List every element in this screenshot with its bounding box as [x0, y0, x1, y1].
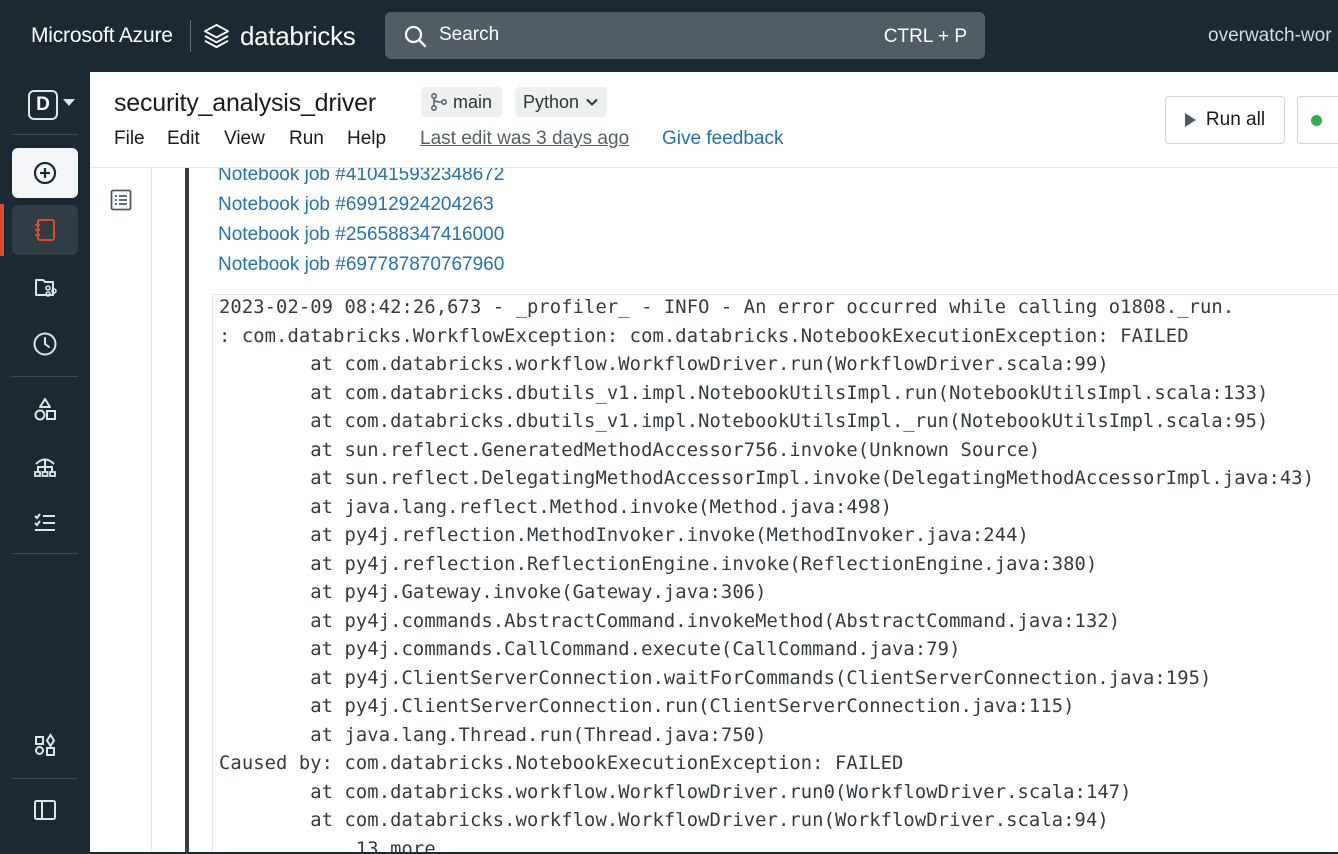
notebook-job-link[interactable]: Notebook job #410415932348672: [218, 168, 504, 186]
log-line: at com.databricks.dbutils_v1.impl.Notebo…: [219, 382, 1269, 404]
sidebar-item-data[interactable]: [12, 385, 78, 435]
log-line: at com.databricks.workflow.WorkflowDrive…: [219, 354, 1109, 375]
plus-circle-icon: [33, 161, 57, 185]
sidebar-item-compute[interactable]: [12, 441, 78, 491]
sidebar-item-collapse[interactable]: [12, 785, 78, 835]
log-line: at py4j.ClientServerConnection.run(Clien…: [219, 696, 1075, 717]
notebook-job-link[interactable]: Notebook job #697787870767960: [218, 254, 504, 276]
workspace-switcher[interactable]: overwatch-wor: [1208, 25, 1332, 47]
log-line: at java.lang.Thread.run(Thread.java:750): [219, 724, 767, 746]
global-search-input[interactable]: Search CTRL + P: [385, 12, 985, 59]
cluster-status-icon: [1311, 115, 1322, 126]
chevron-down-icon[interactable]: [63, 99, 75, 106]
cell-focus-bar: [185, 168, 189, 854]
notebook-job-link[interactable]: Notebook job #69912924204263: [218, 194, 494, 216]
sidebar-item-workspace[interactable]: [12, 205, 78, 255]
brand-divider: [190, 20, 191, 52]
log-line: at py4j.commands.AbstractCommand.invokeM…: [219, 610, 1121, 632]
search-icon: [404, 25, 427, 48]
sidebar-item-partner-connect[interactable]: [12, 720, 78, 770]
chevron-down-icon: [586, 98, 598, 106]
log-line: at py4j.reflection.MethodInvoker.invoke(…: [219, 525, 1029, 546]
shapes-icon: [34, 398, 56, 421]
cluster-selector[interactable]: [1297, 96, 1338, 144]
log-line: : com.databricks.WorkflowException: com.…: [219, 325, 1189, 347]
menu-view[interactable]: View: [224, 128, 265, 150]
branch-name: main: [453, 91, 493, 112]
search-placeholder: Search: [439, 24, 500, 45]
notebook-content: Notebook job #410415932348672 Notebook j…: [90, 168, 1338, 854]
language-label: Python: [523, 91, 580, 112]
play-icon: [1184, 113, 1196, 127]
sidebar-divider: [12, 376, 78, 377]
log-line: at py4j.Gateway.invoke(Gateway.java:306): [219, 582, 767, 603]
workflows-icon: [34, 513, 55, 531]
log-line: at py4j.commands.CallCommand.execute(Cal…: [219, 639, 961, 660]
run-all-label: Run all: [1205, 109, 1266, 130]
sidebar-item-workflows[interactable]: [12, 497, 78, 547]
notebook-title[interactable]: security_analysis_driver: [114, 89, 376, 118]
sidebar-item-new[interactable]: [12, 148, 78, 198]
top-bar: Microsoft Azure databricks Search CTRL +…: [0, 0, 1338, 72]
menu-run[interactable]: Run: [289, 128, 324, 150]
sidebar-divider: [12, 553, 78, 554]
compute-icon: [34, 458, 56, 477]
git-branch-icon: [430, 92, 448, 112]
git-branch-button[interactable]: main: [421, 87, 503, 117]
log-line: at py4j.ClientServerConnection.waitForCo…: [219, 667, 1212, 689]
menu-file[interactable]: File: [114, 128, 145, 150]
workspace-badge[interactable]: D: [28, 90, 58, 120]
clock-icon: [33, 332, 57, 356]
log-line: Caused by: com.databricks.NotebookExecut…: [219, 753, 904, 774]
sidebar-item-repos[interactable]: [12, 262, 78, 312]
microsoft-azure-label[interactable]: Microsoft Azure: [31, 24, 173, 48]
toc-column: [90, 168, 152, 854]
search-shortcut: CTRL + P: [883, 26, 967, 47]
language-select[interactable]: Python: [515, 87, 608, 117]
collapse-sidebar-icon: [34, 800, 56, 820]
sidebar-divider: [12, 778, 78, 779]
table-of-contents-icon[interactable]: [109, 188, 133, 212]
give-feedback-link[interactable]: Give feedback: [662, 128, 783, 150]
partner-connect-icon: [35, 733, 56, 756]
run-all-button[interactable]: Run all: [1165, 96, 1285, 144]
log-line: at com.databricks.dbutils_v1.impl.Notebo…: [219, 411, 1269, 432]
log-line: at sun.reflect.DelegatingMethodAccessorI…: [219, 468, 1315, 489]
log-line: at com.databricks.workflow.WorkflowDrive…: [219, 781, 1132, 803]
notebook-header: security_analysis_driver main Python Fil…: [90, 72, 1338, 168]
cell-output-log: 2023-02-09 08:42:26,673 - _profiler_ - I…: [212, 294, 1338, 854]
log-line: at py4j.reflection.ReflectionEngine.invo…: [219, 553, 1098, 575]
databricks-wordmark[interactable]: databricks: [240, 21, 356, 52]
active-indicator: [0, 204, 4, 256]
log-line: at sun.reflect.GeneratedMethodAccessor75…: [219, 439, 1041, 461]
notebook-job-link[interactable]: Notebook job #256588347416000: [218, 224, 504, 246]
menu-edit[interactable]: Edit: [167, 128, 200, 150]
notebook-icon: [35, 219, 55, 241]
log-line: at java.lang.reflect.Method.invoke(Metho…: [219, 496, 893, 518]
sidebar-divider: [12, 134, 78, 135]
log-line: 2023-02-09 08:42:26,673 - _profiler_ - I…: [219, 297, 1235, 318]
repos-icon: [35, 279, 57, 297]
log-line: at com.databricks.workflow.WorkflowDrive…: [219, 810, 1109, 831]
last-edit-link[interactable]: Last edit was 3 days ago: [420, 128, 629, 150]
sidebar-item-recents[interactable]: [12, 319, 78, 369]
menu-help[interactable]: Help: [347, 128, 386, 150]
databricks-logo-icon[interactable]: [203, 23, 230, 50]
